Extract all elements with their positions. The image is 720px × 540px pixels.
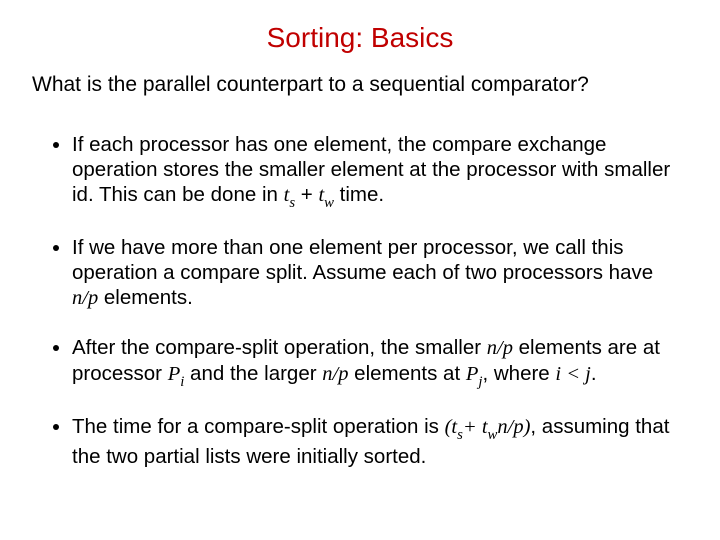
slide: Sorting: Basics What is the parallel cou… <box>0 0 720 540</box>
text: . <box>591 362 597 385</box>
rel-ij: i < j <box>555 363 590 385</box>
text: time. <box>334 183 384 206</box>
bullet-list: If each processor has one element, the c… <box>30 132 690 468</box>
sub-w: w <box>488 427 498 443</box>
intro-question: What is the parallel counterpart to a se… <box>32 72 690 98</box>
sub-i: i <box>180 374 184 390</box>
sub-s: s <box>289 195 295 211</box>
plus: + <box>295 183 318 206</box>
var-P: P <box>466 363 479 385</box>
var-np: n/p <box>322 363 348 385</box>
var-tw: t <box>482 416 488 438</box>
text: elements. <box>98 286 193 309</box>
text: elements at <box>348 362 465 385</box>
var-np: n/p <box>72 287 98 309</box>
bullet-2: If we have more than one element per pro… <box>72 235 680 311</box>
sub-s: s <box>457 427 463 443</box>
bullet-3: After the compare-split operation, the s… <box>72 335 680 390</box>
text: , where <box>482 362 555 385</box>
bullet-4: The time for a compare-split operation i… <box>72 414 680 468</box>
text: and the larger <box>184 362 322 385</box>
var-P: P <box>168 363 181 385</box>
sub-j: j <box>478 374 482 390</box>
bullet-1: If each processor has one element, the c… <box>72 132 680 211</box>
plus: + <box>463 416 482 438</box>
text: The time for a compare-split operation i… <box>72 415 445 438</box>
slide-title: Sorting: Basics <box>30 22 690 54</box>
text: If we have more than one element per pro… <box>72 236 653 284</box>
text: After the compare-split operation, the s… <box>72 336 487 359</box>
var-np: n/p <box>487 337 513 359</box>
var-np: n/p <box>497 416 523 438</box>
sub-w: w <box>324 195 334 211</box>
